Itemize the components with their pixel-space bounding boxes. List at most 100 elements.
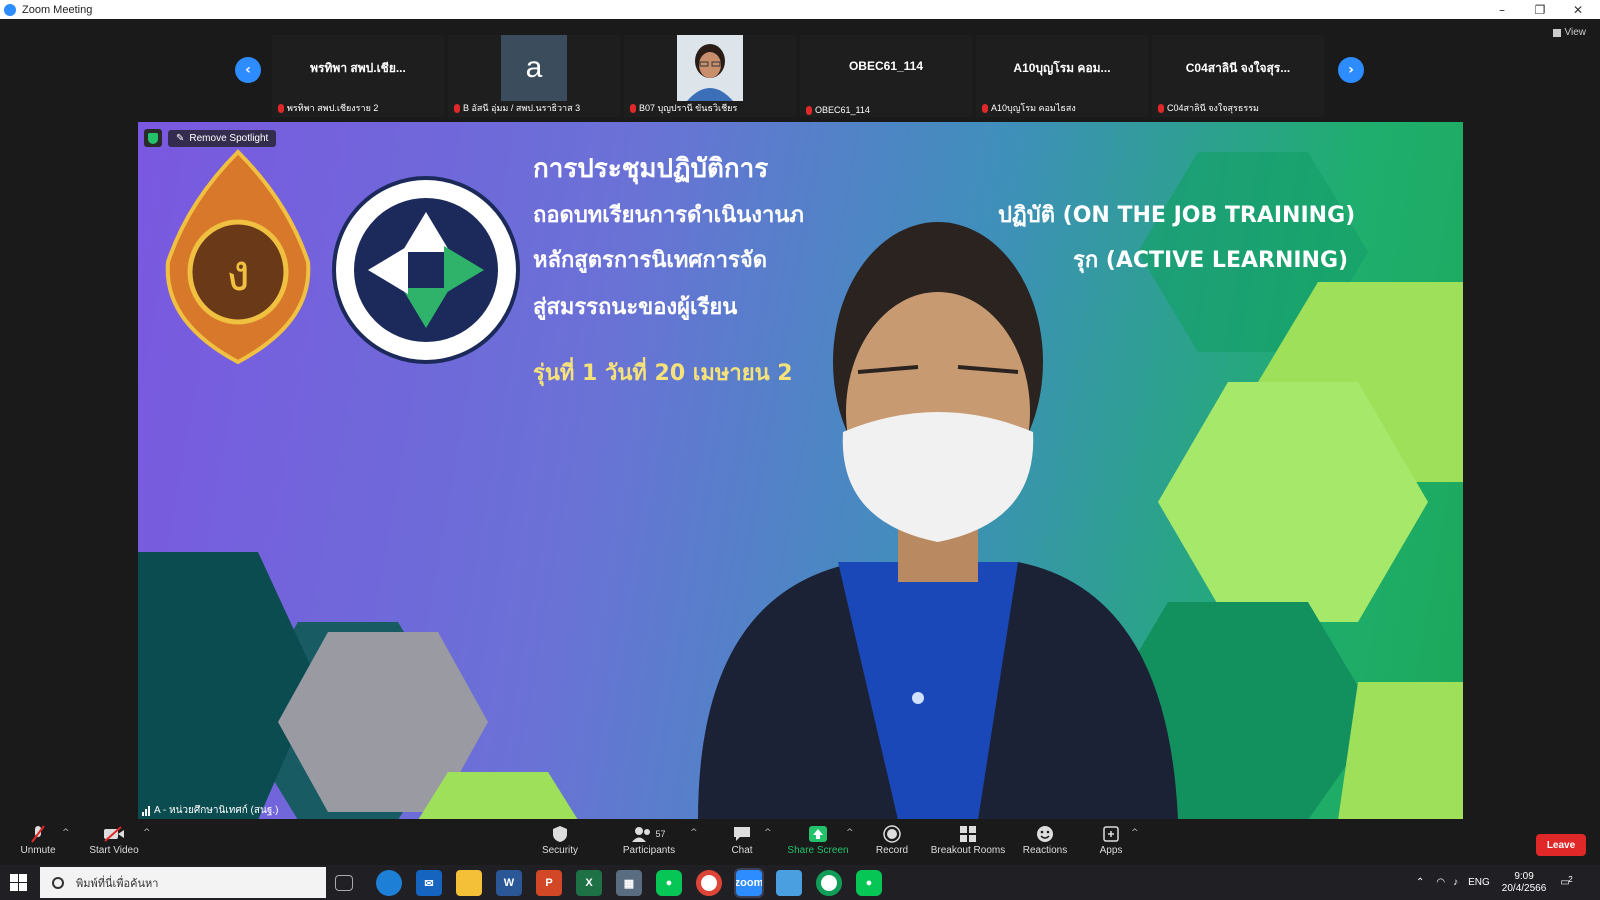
chevron-left-icon: ‹	[245, 62, 251, 78]
app-icon[interactable]	[776, 870, 802, 896]
calculator-icon[interactable]: ▦	[616, 870, 642, 896]
zoom-logo-icon	[4, 3, 16, 16]
apps-icon	[1096, 825, 1126, 843]
excel-icon[interactable]: X	[576, 870, 602, 896]
breakout-rooms-button[interactable]: Breakout Rooms	[930, 825, 1006, 856]
participant-tile[interactable]: a B อัสนี อุ่มม / สพป.นราธิวาส 3	[448, 35, 620, 117]
slide-line-1: การประชุมปฏิบัติการ	[533, 154, 769, 184]
leave-button[interactable]: Leave	[1536, 834, 1586, 856]
reactions-button[interactable]: Reactions	[1022, 825, 1068, 856]
mic-muted-icon	[1158, 103, 1164, 113]
prev-page-button[interactable]: ‹	[235, 57, 261, 83]
file-explorer-icon[interactable]	[456, 870, 482, 896]
search-icon	[52, 876, 64, 889]
next-page-button[interactable]: ›	[1338, 57, 1364, 83]
participants-options-caret[interactable]: ^	[690, 828, 698, 838]
start-video-button[interactable]: Start Video	[88, 825, 140, 856]
task-view-icon[interactable]	[335, 875, 353, 891]
meeting-toolbar: Unmute ^ Start Video ^ Security 57 Parti…	[0, 819, 1600, 865]
mic-muted-icon	[454, 103, 460, 113]
participants-button[interactable]: 57 Participants	[620, 825, 678, 856]
restore-button[interactable]: ❐	[1522, 0, 1558, 19]
pin-icon: ✎	[176, 132, 185, 144]
apps-options-caret[interactable]: ^	[1131, 828, 1139, 838]
video-options-caret[interactable]: ^	[143, 828, 151, 838]
emoji-icon	[1022, 825, 1068, 843]
chevron-right-icon: ›	[1348, 62, 1354, 78]
slide-line-3-left: หลักสูตรการนิเทศการจัด	[533, 248, 768, 273]
participant-tile[interactable]: A10บุญโรม คอม... A10บุญโรม คอมไธสง	[976, 35, 1148, 117]
avatar-letter: a	[501, 35, 567, 101]
chat-label: Chat	[731, 845, 753, 856]
notification-icon[interactable]: ▭ 2	[1560, 875, 1573, 888]
audio-options-caret[interactable]: ^	[62, 828, 70, 838]
unmute-button[interactable]: Unmute	[18, 825, 58, 856]
unmute-label: Unmute	[20, 845, 56, 856]
network-icon[interactable]: ◠	[1436, 877, 1445, 888]
language-indicator[interactable]: ENG	[1468, 877, 1490, 888]
participant-tile[interactable]: B07 บุญปรานี ขันธวิเชียร	[624, 35, 796, 117]
minimize-button[interactable]: –	[1484, 0, 1520, 19]
tray-chevron-icon[interactable]: ⌃	[1416, 877, 1424, 888]
participant-count: 57	[655, 829, 666, 839]
share-screen-icon	[786, 825, 850, 843]
participant-tile[interactable]: C04สาลินี จงใจสุร... C04สาลินี จงใจสุรธร…	[1152, 35, 1324, 117]
view-grid-icon	[1552, 28, 1561, 37]
clock[interactable]: 9:09 20/4/2566	[1502, 871, 1547, 895]
apps-button[interactable]: Apps	[1096, 825, 1126, 856]
line-icon[interactable]: ●	[656, 870, 682, 896]
apps-label: Apps	[1099, 845, 1123, 856]
participant-label: A10บุญโรม คอมไธสง	[982, 101, 1076, 115]
system-tray: ⌃ ◠ ♪ ENG 9:09 20/4/2566 ▭ 2	[1416, 865, 1573, 900]
participant-display-name: C04สาลินี จงใจสุร...	[1185, 61, 1291, 75]
record-label: Record	[875, 845, 909, 856]
slide-line-5: รุ่นที่ 1 วันที่ 20 เมษายน 2	[533, 361, 793, 386]
participant-tile[interactable]: พรทิพา สพป.เชีย... พรทิพา สพป.เชียงราย 2	[272, 35, 444, 117]
mail-icon[interactable]: ✉	[416, 870, 442, 896]
view-button-label: View	[1564, 27, 1587, 38]
svg-text:ง: ง	[226, 244, 250, 302]
close-button[interactable]: ✕	[1560, 0, 1596, 19]
powerpoint-icon[interactable]: P	[536, 870, 562, 896]
participant-label: OBEC61_114	[806, 105, 870, 115]
search-placeholder: พิมพ์ที่นี่เพื่อค้นหา	[76, 876, 159, 890]
mic-muted-icon	[806, 105, 812, 115]
share-options-caret[interactable]: ^	[846, 828, 854, 838]
chat-icon	[727, 825, 757, 843]
chrome-profile-icon[interactable]	[816, 870, 842, 896]
spotlight-video[interactable]: ง ✎ Remove Spotlight การประชุมปฏิบัติการ…	[138, 122, 1463, 820]
notification-count: 2	[1568, 875, 1573, 884]
window-title: Zoom Meeting	[22, 3, 93, 16]
speaker-icon[interactable]: ♪	[1453, 877, 1458, 888]
breakout-rooms-icon	[930, 825, 1006, 843]
edge-icon[interactable]	[376, 870, 402, 896]
participant-label: C04สาลินี จงใจสุรธรรม	[1158, 101, 1259, 115]
security-button[interactable]: Security	[538, 825, 582, 856]
participants-icon: 57	[620, 825, 678, 843]
word-icon[interactable]: W	[496, 870, 522, 896]
mic-muted-icon	[278, 103, 284, 113]
taskbar-search[interactable]: พิมพ์ที่นี่เพื่อค้นหา	[40, 867, 326, 898]
mic-muted-icon	[630, 103, 636, 113]
shield-icon	[538, 825, 582, 843]
slide-line-2-left: ถอดบทเรียนการดำเนินงานภ	[533, 203, 804, 228]
shield-icon	[144, 129, 162, 147]
windows-start-icon[interactable]	[10, 874, 27, 891]
participant-label: B07 บุญปรานี ขันธวิเชียร	[630, 101, 737, 115]
chat-options-caret[interactable]: ^	[764, 828, 772, 838]
participant-tile[interactable]: OBEC61_114 OBEC61_114	[800, 35, 972, 117]
zoom-taskbar-icon[interactable]: zoom	[734, 868, 764, 898]
chrome-icon[interactable]	[696, 870, 722, 896]
participant-display-name: พรทิพา สพป.เชีย...	[310, 61, 406, 75]
chat-button[interactable]: Chat	[727, 825, 757, 856]
line-secondary-icon[interactable]: ●	[856, 870, 882, 896]
share-screen-button[interactable]: Share Screen	[786, 825, 850, 856]
slide-line-4: สู่สมรรถนะของผู้เรียน	[533, 295, 738, 320]
signal-bars-icon	[142, 805, 150, 816]
view-button[interactable]: View	[1552, 27, 1587, 38]
slide-line-2-right: ปฏิบัติ (ON THE JOB TRAINING)	[998, 203, 1356, 228]
participant-display-name: OBEC61_114	[848, 59, 924, 73]
remove-spotlight-button[interactable]: ✎ Remove Spotlight	[168, 129, 277, 147]
mic-muted-icon	[982, 103, 988, 113]
record-button[interactable]: Record	[872, 825, 912, 856]
